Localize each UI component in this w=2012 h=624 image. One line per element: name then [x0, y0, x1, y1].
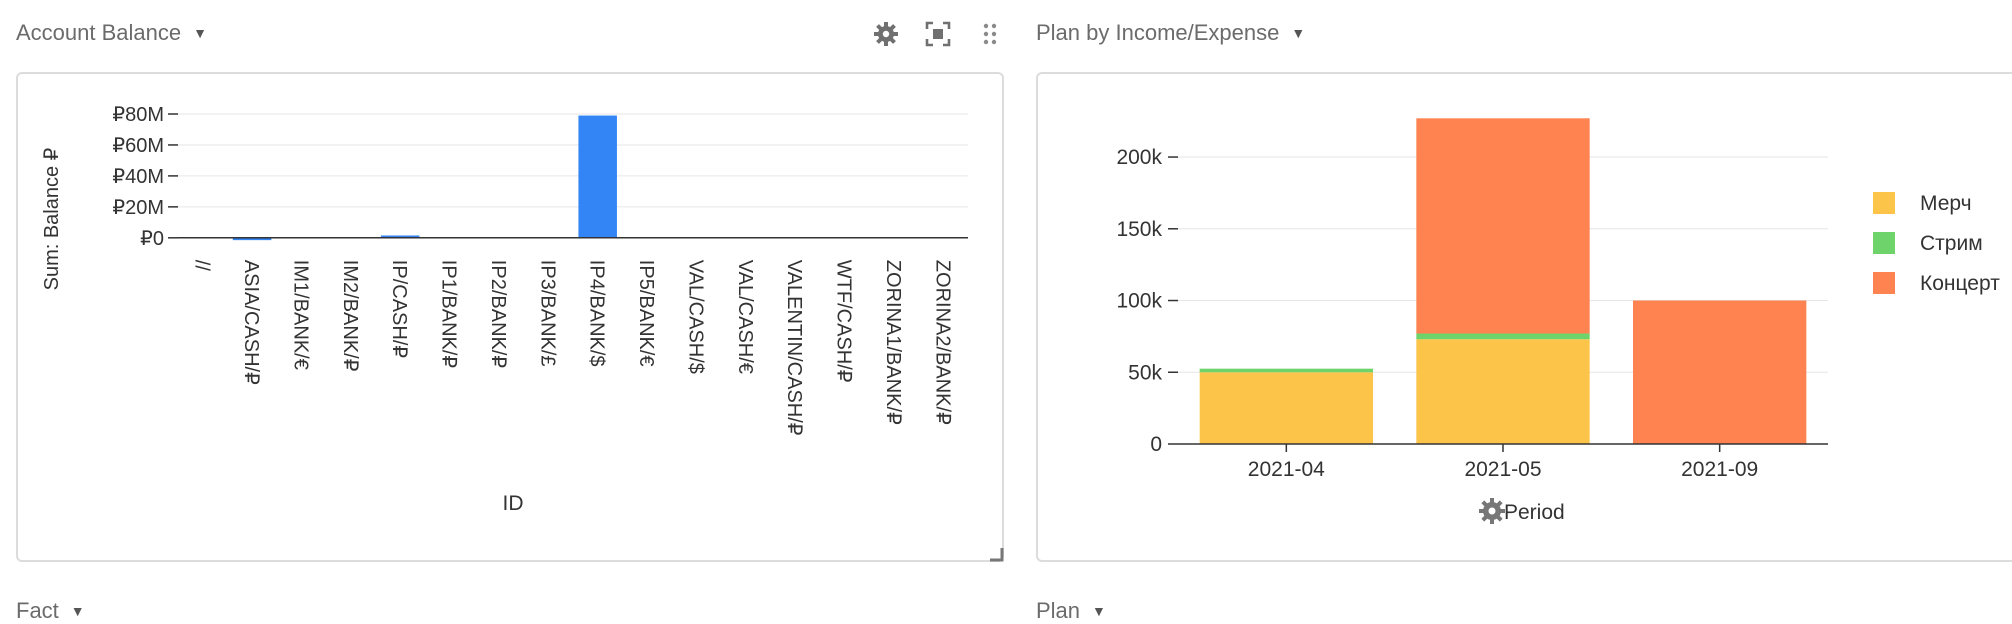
- y-tick-label: 50k: [1128, 361, 1162, 384]
- x-tick-label: ASIA/CASH/₽: [240, 260, 262, 385]
- x-tick-label: VALENTIN/CASH/₽: [783, 260, 805, 436]
- x-tick-label: 2021-05: [1464, 458, 1541, 481]
- legend-swatch: [1873, 272, 1895, 294]
- x-axis-title: ID: [503, 492, 524, 515]
- y-tick-label: ₽40M: [112, 166, 164, 188]
- widget-toolbar: [870, 18, 1006, 50]
- x-tick-label: //: [191, 260, 213, 272]
- x-tick-label: IP5/BANK/€: [635, 260, 657, 367]
- y-axis-title: Sum: Balance ₽: [41, 147, 63, 290]
- x-tick-label: ZORINA1/BANK/₽: [882, 260, 904, 425]
- plan-income-expense-title[interactable]: Plan by Income/Expense ▼: [1036, 20, 1305, 46]
- y-tick-label: ₽20M: [112, 197, 164, 219]
- gear-icon[interactable]: [870, 18, 902, 50]
- x-tick-label: ZORINA2/BANK/₽: [931, 260, 953, 425]
- x-tick-label: IP1/BANK/₽: [438, 260, 460, 369]
- fact-title[interactable]: Fact ▼: [16, 598, 85, 624]
- caret-down-icon[interactable]: ▼: [1092, 603, 1106, 619]
- legend-label: Стрим: [1920, 232, 1983, 255]
- legend-swatch: [1873, 192, 1895, 214]
- x-tick-label: VAL/CASH/$: [684, 260, 706, 374]
- y-tick-label: ₽0: [140, 228, 164, 250]
- focus-icon[interactable]: [922, 18, 954, 50]
- x-tick-label: IM1/BANK/€: [289, 260, 311, 370]
- x-tick-label: VAL/CASH/€: [734, 260, 756, 374]
- x-tick-label: IP3/BANK/£: [536, 260, 558, 367]
- account-balance-title[interactable]: Account Balance ▼: [16, 20, 207, 46]
- plan-income-expense-chart: 0 50k 100k 150k 200k 2021-04 2021-05 2021-09 Per…: [1116, 118, 2000, 524]
- caret-down-icon[interactable]: ▼: [71, 603, 85, 619]
- gear-icon-hole: [1488, 507, 1496, 515]
- gear-icon-tooth: [1490, 518, 1494, 524]
- x-tick-label: IP2/BANK/₽: [487, 260, 509, 369]
- y-tick-label: 0: [1150, 433, 1162, 456]
- legend-label: Мерч: [1920, 192, 1972, 215]
- y-tick-label: 200k: [1116, 146, 1162, 169]
- plan-income-expense-card: 0 50k 100k 150k 200k 2021-04 2021-05 2021-09 Per…: [1036, 72, 2012, 562]
- plan-income-expense-title-text: Plan by Income/Expense: [1036, 20, 1280, 45]
- gear-icon-tooth: [1490, 498, 1494, 504]
- x-tick-label: IM2/BANK/₽: [339, 260, 361, 372]
- y-tick-label: 150k: [1116, 218, 1162, 241]
- x-tick-label: WTF/CASH/₽: [833, 260, 855, 383]
- legend-swatch: [1873, 232, 1895, 254]
- drag-handle-icon[interactable]: [974, 18, 1006, 50]
- x-tick-label: 2021-04: [1248, 458, 1325, 481]
- gear-icon: [1479, 498, 1505, 524]
- y-tick-label: ₽60M: [112, 135, 164, 157]
- gear-icon-tooth: [1479, 509, 1485, 513]
- caret-down-icon[interactable]: ▼: [1291, 25, 1305, 41]
- bar-segment: [1199, 368, 1373, 373]
- fact-title-text: Fact: [16, 598, 59, 623]
- bar-segment: [1416, 333, 1590, 340]
- account-balance-chart: ₽0 ₽20M ₽40M ₽60M ₽80M // ASIA/CASH/₽ IM1/BANK/…: [41, 104, 968, 515]
- account-balance-card: ₽0 ₽20M ₽40M ₽60M ₽80M // ASIA/CASH/₽ IM1/BANK/…: [16, 72, 1004, 562]
- bar-segment: [1199, 372, 1373, 444]
- plan-title-text: Plan: [1036, 598, 1081, 623]
- x-tick-label: IP/CASH/₽: [388, 260, 410, 359]
- bar-segment: [1416, 118, 1590, 334]
- x-tick-label: 2021-09: [1681, 458, 1758, 481]
- x-axis-title: Period: [1504, 501, 1565, 524]
- y-tick-label: 100k: [1116, 290, 1162, 313]
- y-tick-label: ₽80M: [112, 104, 164, 126]
- bar: [578, 115, 617, 238]
- bar-segment: [1416, 339, 1590, 444]
- resize-handle-icon[interactable]: [988, 546, 1004, 562]
- bar-segment: [1633, 300, 1807, 444]
- x-tick-label: IP4/BANK/$: [586, 260, 608, 367]
- account-balance-title-text: Account Balance: [16, 20, 182, 45]
- caret-down-icon[interactable]: ▼: [193, 25, 207, 41]
- plan-title[interactable]: Plan ▼: [1036, 598, 1106, 624]
- legend-label: Концерт: [1920, 272, 2000, 295]
